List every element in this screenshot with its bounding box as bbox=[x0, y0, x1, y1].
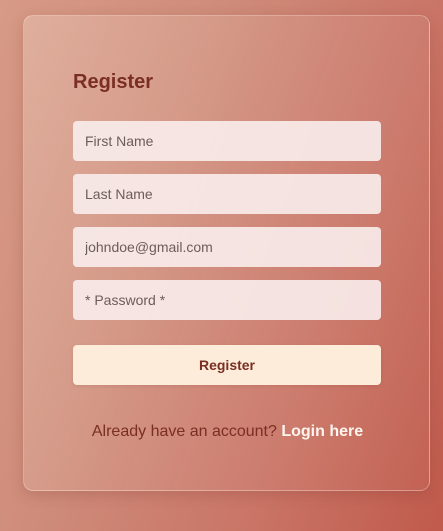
last-name-field[interactable] bbox=[73, 174, 381, 214]
login-prompt-text: Already have an account? bbox=[91, 423, 277, 440]
login-prompt: Already have an account? Login here bbox=[24, 422, 431, 442]
password-field[interactable] bbox=[73, 280, 381, 320]
first-name-field[interactable] bbox=[73, 121, 381, 161]
email-field[interactable] bbox=[73, 227, 381, 267]
form-title: Register bbox=[73, 71, 154, 93]
register-button[interactable]: Register bbox=[73, 345, 381, 385]
login-link[interactable]: Login here bbox=[281, 423, 363, 440]
register-card: Register Register Already have an accoun… bbox=[23, 15, 430, 491]
